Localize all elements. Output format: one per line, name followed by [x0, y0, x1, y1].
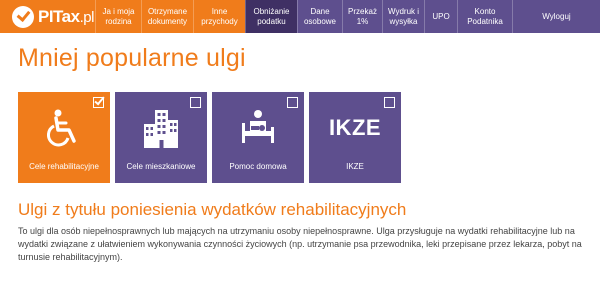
nav-dane-osobowe[interactable]: Dane osobowe [297, 0, 342, 33]
tile-label: IKZE [346, 162, 364, 171]
nav-inne-przychody[interactable]: Inne przychody [193, 0, 245, 33]
checkmark-logo-icon [12, 5, 34, 28]
tile-checkbox[interactable] [287, 97, 298, 108]
tile-label: Pomoc domowa [229, 162, 287, 171]
relief-tiles: Cele rehabilitacyjne Cele mieszkaniowe P… [18, 92, 406, 183]
page-title: Mniej popularne ulgi [18, 44, 246, 72]
nav-obnizanie-podatku[interactable]: Obniżanie podatku [245, 0, 297, 33]
nav-ja-i-moja-rodzina[interactable]: Ja i moja rodzina [95, 0, 141, 33]
nav-przekaz-1-procent[interactable]: Przekaż 1% [342, 0, 382, 33]
buildings-icon [115, 108, 207, 148]
tile-label: Cele rehabilitacyjne [29, 162, 99, 171]
nav-wydruk-i-wysylka[interactable]: Wydruk i wysyłka [382, 0, 424, 33]
logo-text: PITax.pl [38, 6, 94, 26]
nav-otrzymane-dokumenty[interactable]: Otrzymane dokumenty [141, 0, 193, 33]
wheelchair-icon [18, 108, 110, 148]
main-nav: Ja i moja rodzina Otrzymane dokumenty In… [95, 0, 600, 33]
nav-wyloguj[interactable]: Wyloguj [512, 0, 600, 33]
nav-upo[interactable]: UPO [424, 0, 457, 33]
section-title: Ulgi z tytułu poniesienia wydatków rehab… [18, 200, 407, 219]
checkmark-icon [94, 94, 105, 106]
tile-checkbox[interactable] [384, 97, 395, 108]
section-description: To ulgi dla osób niepełnosprawnych lub m… [18, 226, 582, 262]
tile-ikze[interactable]: IKZE IKZE [309, 92, 401, 183]
tile-cele-rehabilitacyjne[interactable]: Cele rehabilitacyjne [18, 92, 110, 183]
caregiver-icon [212, 108, 304, 148]
tile-cele-mieszkaniowe[interactable]: Cele mieszkaniowe [115, 92, 207, 183]
pitax-logo[interactable]: PITax.pl [0, 0, 95, 33]
tile-checkbox[interactable] [190, 97, 201, 108]
tile-pomoc-domowa[interactable]: Pomoc domowa [212, 92, 304, 183]
nav-konto-podatnika[interactable]: Konto Podatnika [457, 0, 512, 33]
tile-checkbox-checked[interactable] [93, 94, 105, 108]
tile-label: Cele mieszkaniowe [126, 162, 196, 171]
top-navigation-bar: PITax.pl Ja i moja rodzina Otrzymane dok… [0, 0, 600, 33]
ikze-icon: IKZE [328, 115, 382, 140]
